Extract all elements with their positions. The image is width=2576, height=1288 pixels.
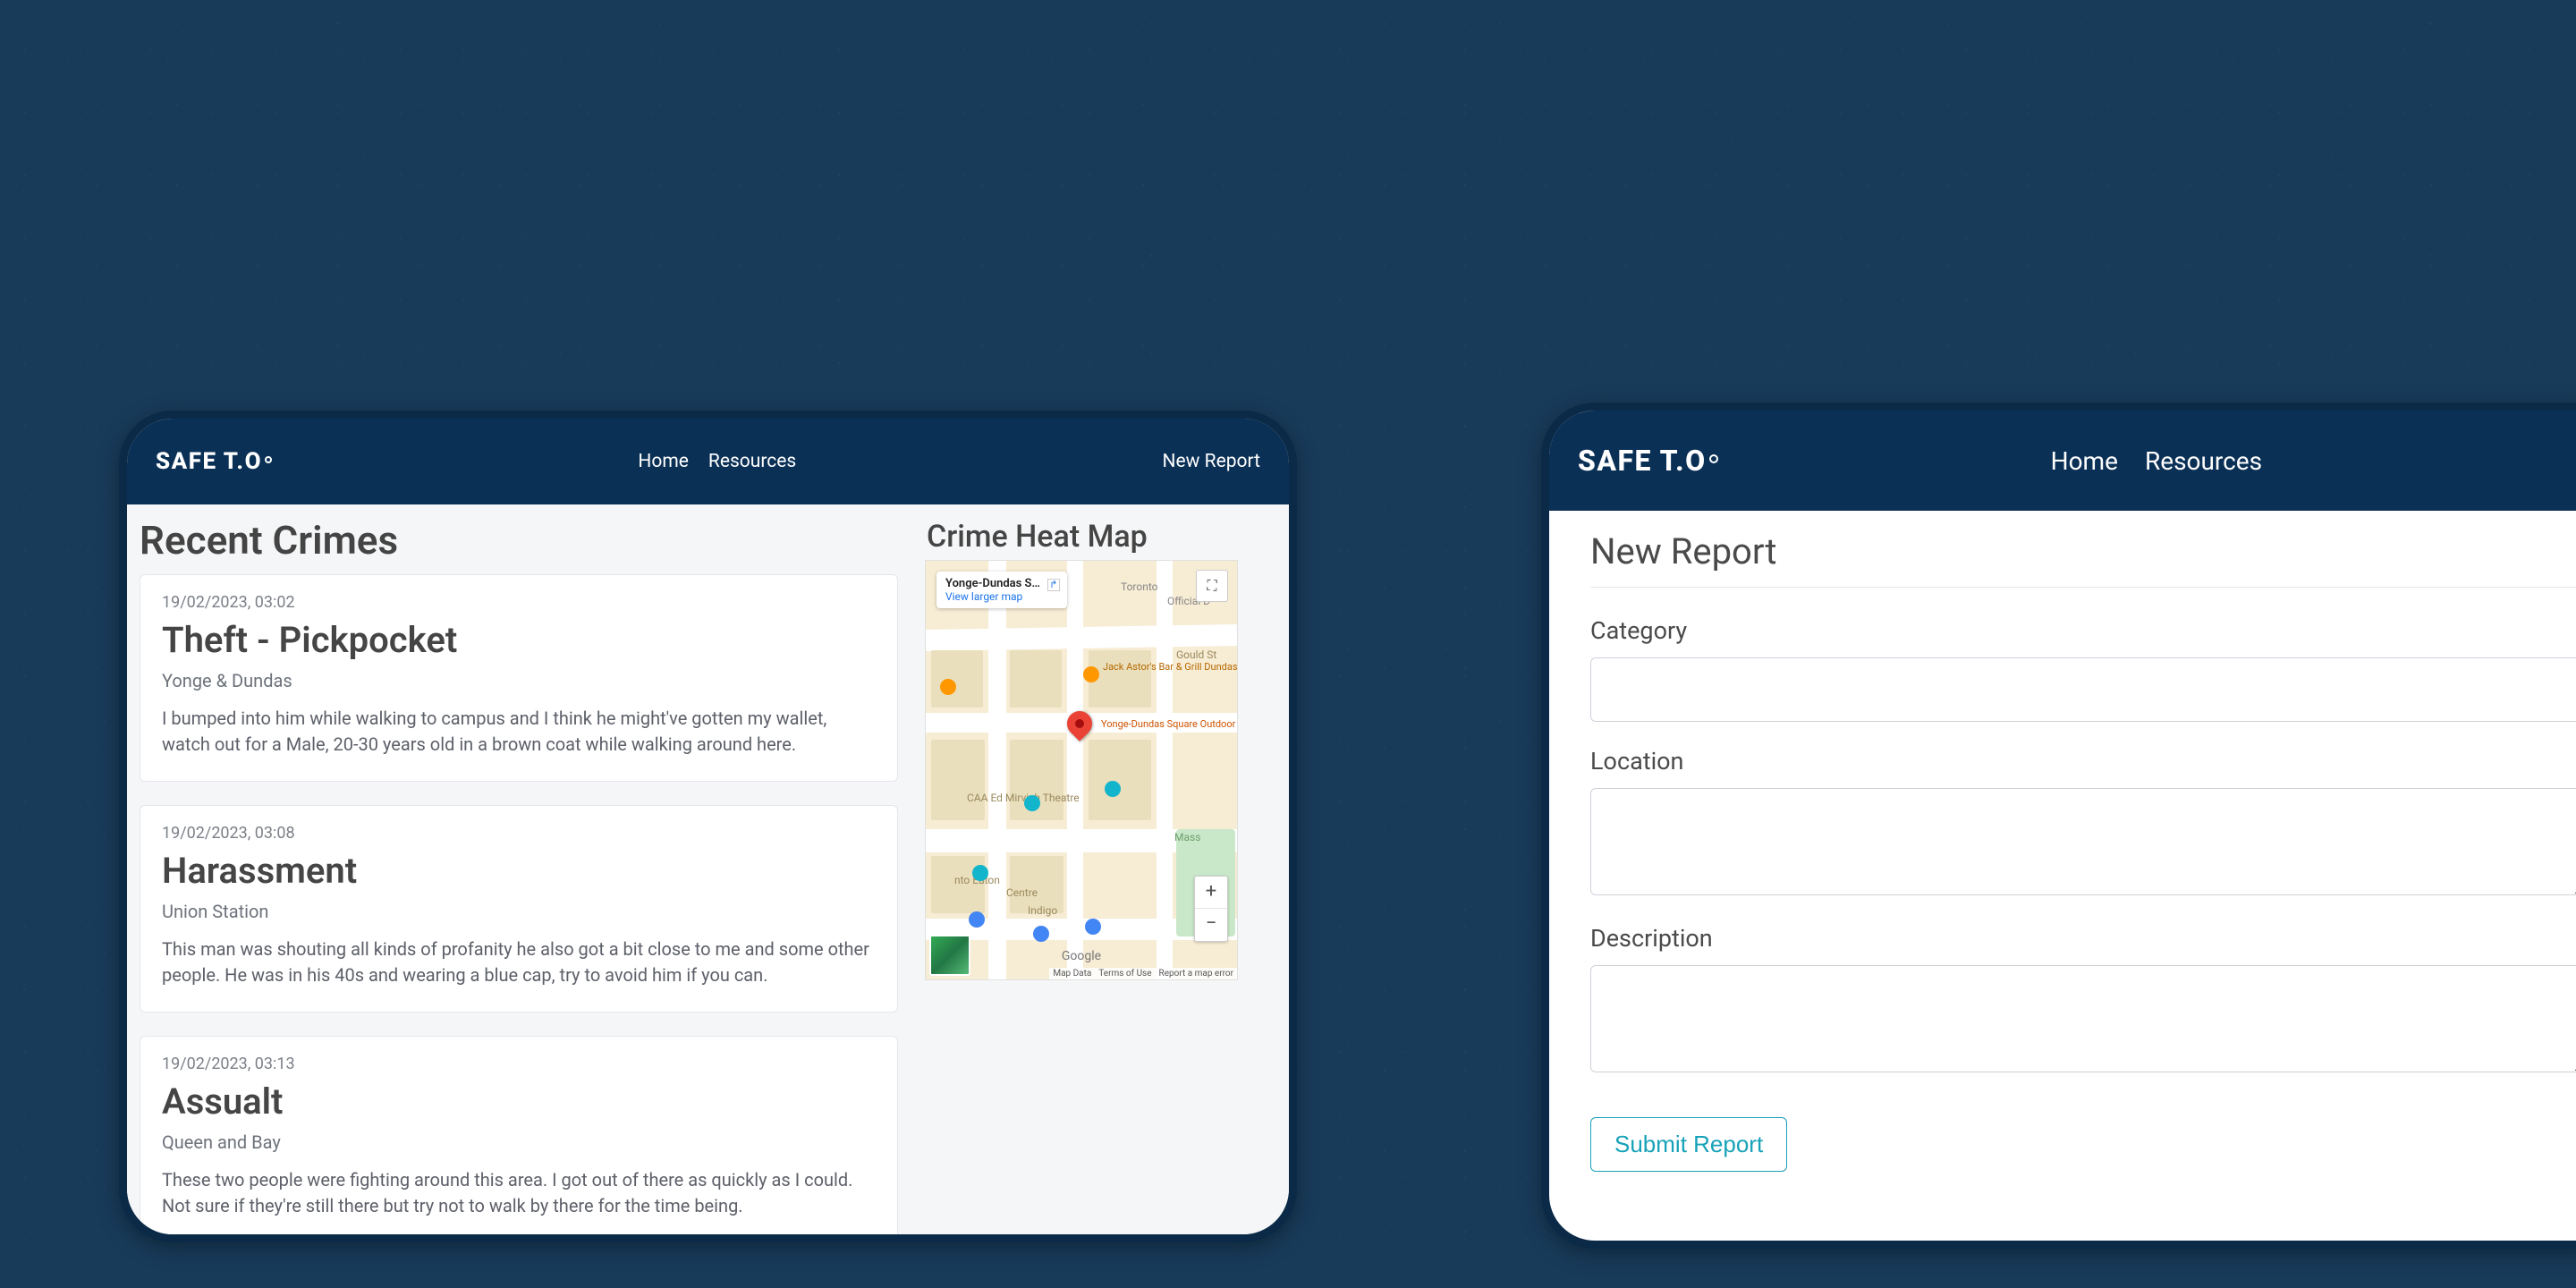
crime-location: Yonge & Dundas	[162, 670, 876, 691]
app-logo-text: SAFE T.	[156, 448, 245, 475]
poi-icon	[969, 911, 985, 928]
poi-label: Yonge-Dundas Square Outdoor hub for live…	[1101, 718, 1238, 730]
crime-title: Assualt	[162, 1080, 876, 1123]
crime-heat-map[interactable]: Toronto Official D Gould St CAA Ed Mirvi…	[925, 560, 1238, 980]
page-title: Recent Crimes	[140, 517, 898, 564]
map-label: Centre	[1006, 886, 1038, 899]
crime-description: This man was shouting all kinds of profa…	[162, 936, 876, 988]
location-input[interactable]	[1590, 788, 2576, 895]
nav-home[interactable]: Home	[638, 451, 689, 472]
poi-icon	[1033, 926, 1049, 942]
view-larger-map-link[interactable]: View larger map	[945, 590, 1040, 603]
logo-dot-icon	[265, 456, 272, 463]
crime-timestamp: 19/02/2023, 03:08	[162, 824, 876, 843]
directions-icon[interactable]: ↱	[1047, 579, 1060, 591]
home-content: Recent Crimes 19/02/2023, 03:02 Theft - …	[127, 504, 1289, 1234]
map-column: Crime Heat Map Toronto Official D Gould …	[925, 510, 1276, 1234]
map-tooltip-title: Yonge-Dundas S…	[945, 577, 1040, 590]
poi-label: Jack Astor's Bar & Grill Dundas Square	[1103, 661, 1238, 673]
location-label: Location	[1590, 747, 2576, 775]
app-logo: SAFE T.O	[1578, 444, 1718, 478]
crimes-column: Recent Crimes 19/02/2023, 03:02 Theft - …	[140, 510, 898, 1234]
poi-icon	[1105, 781, 1121, 797]
navbar: SAFE T.O Home Resources New Report	[127, 419, 1289, 504]
new-report-title: New Report	[1590, 530, 2576, 588]
new-report-content: New Report Category Location Description…	[1549, 511, 2576, 1241]
crime-card: 19/02/2023, 03:08 Harassment Union Stati…	[140, 805, 898, 1013]
zoom-in-button[interactable]: +	[1195, 877, 1227, 909]
crime-title: Harassment	[162, 850, 876, 892]
crime-timestamp: 19/02/2023, 03:13	[162, 1055, 876, 1073]
crime-title: Theft - Pickpocket	[162, 619, 876, 661]
nav-center: Home Resources	[638, 451, 796, 472]
nav-home[interactable]: Home	[2051, 446, 2118, 476]
app-logo-text: SAFE T.	[1578, 444, 1685, 478]
terms-link[interactable]: Terms of Use	[1098, 969, 1151, 979]
submit-report-button[interactable]: Submit Report	[1590, 1117, 1787, 1172]
satellite-thumbnail[interactable]	[929, 935, 970, 976]
zoom-out-button[interactable]: −	[1195, 909, 1227, 941]
nav-resources[interactable]: Resources	[708, 451, 796, 472]
map-title: Crime Heat Map	[927, 519, 1276, 555]
fullscreen-button[interactable]: ⛶	[1196, 570, 1228, 602]
map-label: Toronto	[1121, 580, 1158, 593]
google-logo: Google	[1062, 949, 1101, 963]
crime-description: I bumped into him while walking to campu…	[162, 706, 876, 758]
map-data-link[interactable]: Map Data	[1053, 969, 1091, 979]
poi-icon	[940, 679, 956, 695]
poi-icon	[1085, 919, 1101, 935]
crime-card: 19/02/2023, 03:02 Theft - Pickpocket Yon…	[140, 574, 898, 782]
map-label: Mass	[1174, 831, 1200, 843]
nav-resources[interactable]: Resources	[2145, 446, 2262, 476]
navbar: SAFE T.O Home Resources	[1549, 411, 2576, 511]
poi-icon	[1024, 795, 1040, 811]
map-label: Gould St	[1176, 648, 1216, 661]
crime-description: These two people were fighting around th…	[162, 1167, 876, 1219]
description-input[interactable]	[1590, 965, 2576, 1072]
crime-timestamp: 19/02/2023, 03:02	[162, 593, 876, 612]
crime-location: Union Station	[162, 901, 876, 922]
poi-icon	[972, 865, 988, 881]
category-input[interactable]	[1590, 657, 2576, 722]
home-screen-frame: SAFE T.O Home Resources New Report Recen…	[119, 411, 1297, 1242]
map-label: CAA Ed Mirvish Theatre	[967, 792, 1080, 804]
crime-location: Queen and Bay	[162, 1131, 876, 1153]
nav-new-report[interactable]: New Report	[1163, 451, 1260, 472]
report-error-link[interactable]: Report a map error	[1159, 969, 1233, 979]
poi-icon	[1083, 666, 1099, 682]
new-report-screen-frame: SAFE T.O Home Resources New Report Categ…	[1541, 402, 2576, 1249]
map-label: Indigo	[1028, 904, 1057, 917]
nav-center: Home Resources	[2051, 446, 2263, 476]
crime-card: 19/02/2023, 03:13 Assualt Queen and Bay …	[140, 1036, 898, 1242]
map-attribution: Map Data Terms of Use Report a map error	[1049, 968, 1237, 979]
logo-dot-icon	[1709, 454, 1718, 463]
description-label: Description	[1590, 924, 2576, 953]
map-tooltip: Yonge-Dundas S… View larger map ↱	[936, 572, 1067, 608]
category-label: Category	[1590, 616, 2576, 645]
map-zoom-controls: + −	[1194, 876, 1228, 942]
app-logo: SAFE T.O	[156, 448, 272, 475]
